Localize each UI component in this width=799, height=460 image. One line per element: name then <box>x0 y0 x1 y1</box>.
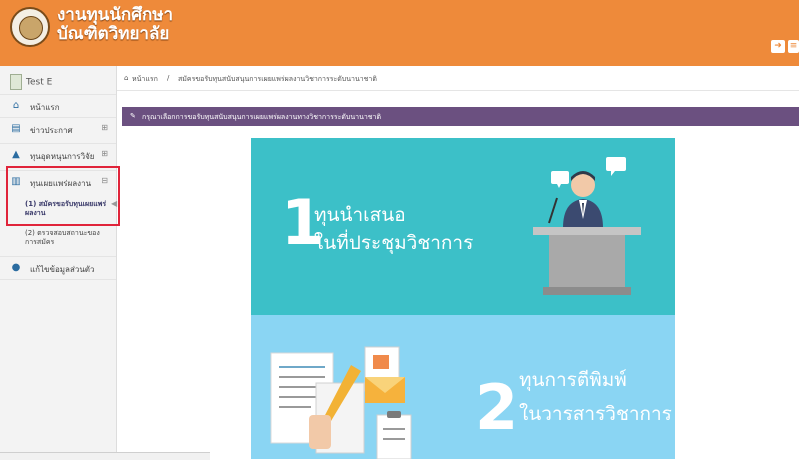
university-logo <box>10 7 50 47</box>
graduation-cap-icon: ▲ <box>12 149 20 160</box>
option-number: 2 <box>475 371 519 444</box>
option-publication-grant[interactable]: 2 ทุนการตีพิมพ์ ในวารสารวิชาการ <box>251 315 675 459</box>
breadcrumb-separator: / <box>167 74 170 82</box>
sidebar: Test E ⌂ หน้าแรก ▤ ข่าวประกาศ ⊞ ▲ ทุนอุด… <box>0 66 117 459</box>
exit-icon[interactable]: ➜ <box>771 40 785 53</box>
option-title-line1: ทุนนำเสนอ <box>314 204 406 226</box>
user-icon: ● <box>11 262 21 273</box>
option-title-line2: ในวารสารวิชาการ <box>519 403 672 425</box>
sidebar-item-label: ทุนอุดหนุนการวิจัย <box>30 152 95 161</box>
panel-header: ✎ กรุณาเลือกการขอรับทุนสนับสนุนการเผยแพร… <box>122 107 799 126</box>
speaker-podium-illustration <box>533 157 641 295</box>
highlight-box <box>6 166 120 226</box>
breadcrumb-current: สมัครขอรับทุนสนับสนุนการเผยแพร่ผลงานวิชา… <box>178 75 377 83</box>
sidebar-item-edit-profile[interactable]: ● แก้ไขข้อมูลส่วนตัว <box>0 256 116 280</box>
breadcrumb: ⌂ หน้าแรก / สมัครขอรับทุนสนับสนุนการเผยแ… <box>117 66 799 91</box>
breadcrumb-home[interactable]: หน้าแรก <box>132 74 158 85</box>
option-title-line2: ในที่ประชุมวิชาการ <box>314 232 474 254</box>
sidebar-item-home[interactable]: ⌂ หน้าแรก <box>0 94 116 117</box>
breadcrumb-home-icon: ⌂ <box>124 74 129 82</box>
option-presentation-grant[interactable]: 1 ทุนนำเสนอ ในที่ประชุมวิชาการ <box>251 138 675 315</box>
papers-writing-illustration <box>270 346 412 459</box>
edit-icon: ✎ <box>130 112 136 120</box>
subitem-check-status[interactable]: (2) ตรวจสอบสถานะของการสมัคร <box>25 229 107 247</box>
news-icon: ▤ <box>11 123 21 134</box>
avatar <box>10 74 22 90</box>
sidebar-item-research-grant[interactable]: ▲ ทุนอุดหนุนการวิจัย ⊞ <box>0 143 116 166</box>
sidebar-item-news[interactable]: ▤ ข่าวประกาศ ⊞ <box>0 117 116 140</box>
site-title-line2: บัณฑิตวิทยาลัย <box>57 24 170 44</box>
option-title-line1: ทุนการตีพิมพ์ <box>519 369 627 391</box>
site-title-line1: งานทุนนักศึกษา <box>57 5 174 25</box>
sidebar-item-label: แก้ไขข้อมูลส่วนตัว <box>30 265 95 274</box>
menu-icon[interactable]: ≡ <box>788 40 799 53</box>
panel-title: กรุณาเลือกการขอรับทุนสนับสนุนการเผยแพร่ผ… <box>142 113 382 121</box>
home-icon: ⌂ <box>12 100 20 111</box>
expand-icon[interactable]: ⊞ <box>101 149 108 158</box>
app-header: งานทุนนักศึกษา บัณฑิตวิทยาลัย ➜ ≡ <box>0 0 799 66</box>
sidebar-item-label: ข่าวประกาศ <box>30 126 73 135</box>
sidebar-item-label: หน้าแรก <box>30 103 60 112</box>
site-title[interactable]: งานทุนนักศึกษา บัณฑิตวิทยาลัย <box>57 6 173 44</box>
user-profile: Test E <box>10 74 52 90</box>
user-name: Test E <box>26 77 53 88</box>
expand-icon[interactable]: ⊞ <box>101 123 108 132</box>
